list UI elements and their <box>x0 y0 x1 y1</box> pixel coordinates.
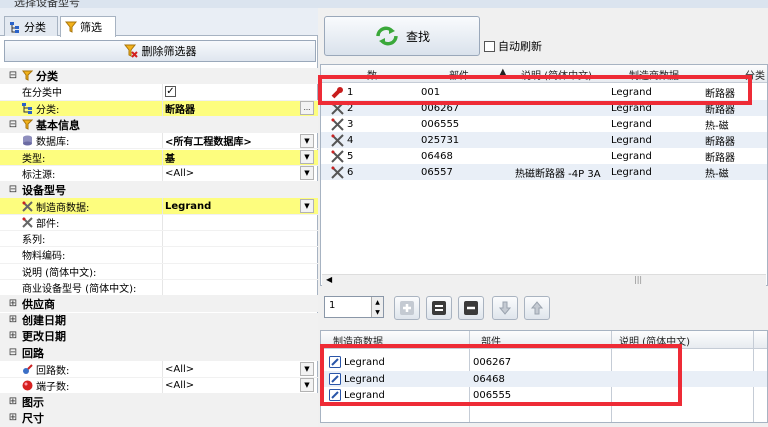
funnel-icon <box>22 119 33 130</box>
circuit-icon <box>23 363 33 374</box>
terminal-icon <box>22 380 33 391</box>
filter-circuits[interactable]: 回路数: <All> ▼ <box>0 361 318 378</box>
expand-icon[interactable]: ⊞ <box>8 331 18 341</box>
filter-terminals[interactable]: 端子数: <All> ▼ <box>0 377 318 394</box>
replace-button[interactable] <box>426 296 452 320</box>
created-date-section[interactable]: ⊞ 创建日期 <box>0 312 318 329</box>
expand-icon[interactable]: ⊞ <box>8 396 18 407</box>
move-down-button[interactable] <box>492 296 518 320</box>
chevron-down-icon[interactable]: ▼ <box>300 150 314 165</box>
chevron-down-icon[interactable]: ▼ <box>300 199 314 214</box>
standard-source-value[interactable]: <All> <box>162 165 300 182</box>
expand-icon[interactable]: ⊞ <box>8 315 18 325</box>
decrement-icon[interactable]: ▼ <box>371 307 383 317</box>
expand-icon[interactable]: ⊞ <box>8 298 18 309</box>
filter-material-code[interactable]: 物料编码: <box>0 247 318 264</box>
collapse-icon[interactable]: ⊟ <box>8 347 18 358</box>
category-section[interactable]: ⊟ 分类 <box>0 68 318 85</box>
auto-refresh-checkbox[interactable] <box>484 40 495 52</box>
tree-icon <box>10 21 19 33</box>
annotation-box-result <box>318 75 752 105</box>
in-category-checkbox[interactable]: ✓ <box>165 86 176 98</box>
window-title-bar: 选择设备型号 <box>0 0 768 8</box>
find-button[interactable]: 查找 <box>324 16 480 56</box>
table-row[interactable]: 6 06557 热磁断路器 -4P 3A Legrand 热-磁 <box>321 164 767 180</box>
refresh-icon <box>376 26 398 46</box>
size-section[interactable]: ⊞ 尺寸 <box>0 410 318 427</box>
chevron-down-icon[interactable]: ▼ <box>300 166 314 181</box>
database-icon <box>23 135 32 146</box>
changed-date-section[interactable]: ⊞ 更改日期 <box>0 328 318 346</box>
expand-icon[interactable]: ⊞ <box>8 412 18 423</box>
filter-commercial-model[interactable]: 商业设备型号 (简体中文): <box>0 279 318 297</box>
category-value[interactable]: 断路器 <box>162 100 300 116</box>
collapse-icon[interactable]: ⊟ <box>8 70 18 81</box>
tools-icon <box>331 117 344 131</box>
scroll-thumb-grip[interactable]: ||| <box>634 275 642 284</box>
terminals-value[interactable]: <All> <box>162 377 300 393</box>
device-section[interactable]: ⊟ 设备型号 <box>0 182 318 199</box>
tab-category[interactable]: 分类 <box>4 16 58 36</box>
collapse-icon[interactable]: ⊟ <box>8 119 18 130</box>
panel-tabs: 分类 筛选 <box>0 8 318 37</box>
supplier-section[interactable]: ⊞ 供应商 <box>0 296 318 313</box>
database-value[interactable]: <所有工程数据库> <box>162 133 300 149</box>
window-title: 选择设备型号 <box>14 0 80 8</box>
clear-filter-button[interactable]: 删除筛选器 <box>4 40 316 62</box>
tools-icon <box>22 200 33 212</box>
delete-filter-icon <box>123 44 138 58</box>
funnel-icon <box>22 70 33 81</box>
quantity-stepper[interactable]: 1 ▲ ▼ <box>324 296 384 318</box>
circuit-section[interactable]: ⊟ 回路 <box>0 345 318 362</box>
tools-icon <box>331 149 344 163</box>
scroll-left-icon[interactable]: ◀ <box>326 275 332 284</box>
increment-icon[interactable]: ▲ <box>371 297 383 307</box>
minus-icon <box>464 301 478 315</box>
tools-icon <box>331 133 344 147</box>
tools-icon <box>331 165 344 179</box>
filter-standard-source[interactable]: 标注源: <All> ▼ <box>0 165 318 183</box>
equals-icon <box>432 301 446 315</box>
funnel-icon <box>65 21 77 33</box>
move-up-button[interactable] <box>524 296 550 320</box>
horizontal-scrollbar[interactable]: ◀ ||| <box>322 274 766 286</box>
circuits-value[interactable]: <All> <box>162 361 300 377</box>
figure-section[interactable]: ⊞ 图示 <box>0 394 318 411</box>
filter-series[interactable]: 系列: <box>0 231 318 248</box>
remove-button[interactable] <box>458 296 484 320</box>
chevron-down-icon[interactable]: ▼ <box>300 362 314 377</box>
filter-type[interactable]: 类型: 基 ▼ <box>0 149 318 166</box>
filter-description[interactable]: 说明 (简体中文): <box>0 263 318 280</box>
type-value[interactable]: 基 <box>162 149 300 165</box>
manufacturer-value[interactable]: Legrand <box>162 198 300 214</box>
table-row[interactable]: 5 06468 Legrand 断路器 <box>321 148 767 164</box>
chevron-down-icon[interactable]: ▼ <box>300 133 314 148</box>
filter-in-category[interactable]: 在分类中 ✓ <box>0 84 318 101</box>
selection-toolbar: 1 ▲ ▼ <box>322 294 768 324</box>
auto-refresh-toggle[interactable]: 自动刷新 <box>484 38 542 54</box>
chevron-down-icon[interactable]: ▼ <box>300 378 314 393</box>
filter-manufacturer[interactable]: 制造商数据: Legrand ▼ <box>0 198 318 215</box>
tools-icon <box>22 217 33 228</box>
table-row[interactable]: 4 025731 Legrand 断路器 <box>321 132 767 148</box>
arrow-down-icon <box>498 301 512 315</box>
tab-filter[interactable]: 筛选 <box>60 16 116 37</box>
annotation-box-selected <box>320 344 682 406</box>
filter-database[interactable]: 数据库: <所有工程数据库> ▼ <box>0 133 318 150</box>
filter-part[interactable]: 部件: <box>0 214 318 231</box>
plus-icon <box>400 301 414 315</box>
basic-info-section[interactable]: ⊟ 基本信息 <box>0 116 318 134</box>
filter-category[interactable]: 分类: 断路器 ... <box>0 100 318 117</box>
collapse-icon[interactable]: ⊟ <box>8 184 18 195</box>
arrow-up-icon <box>530 301 544 315</box>
add-button[interactable] <box>394 296 420 320</box>
ellipsis-button[interactable]: ... <box>300 101 314 116</box>
tree-icon <box>22 102 32 114</box>
table-row[interactable]: 3 006555 Legrand 热-磁 <box>321 116 767 132</box>
